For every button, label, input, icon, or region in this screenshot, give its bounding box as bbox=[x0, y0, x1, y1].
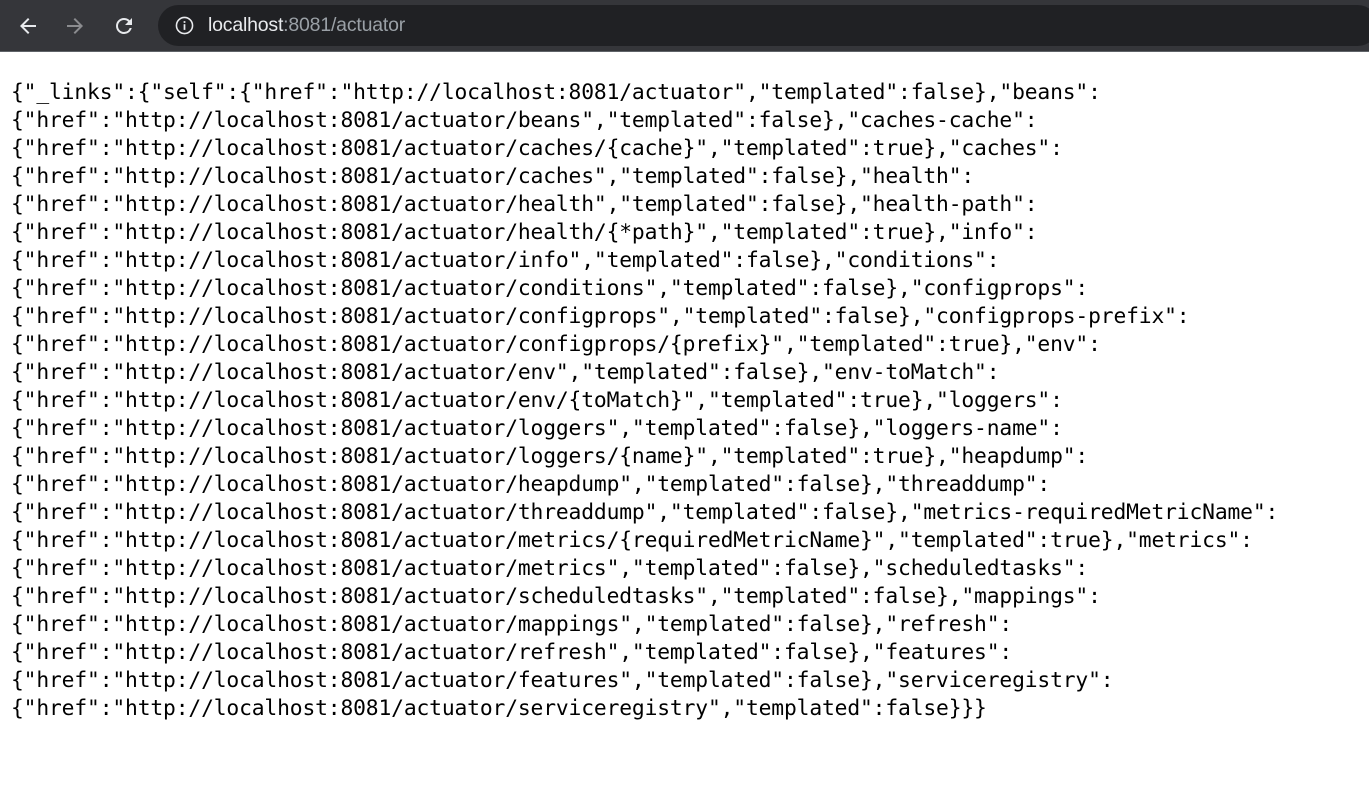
json-line: {"href":"http://localhost:8081/actuator/… bbox=[11, 556, 1089, 581]
json-line: {"href":"http://localhost:8081/actuator/… bbox=[11, 332, 1101, 357]
json-response-body: {"_links":{"self":{"href":"http://localh… bbox=[11, 79, 1369, 723]
json-line: {"href":"http://localhost:8081/actuator/… bbox=[11, 472, 1051, 497]
json-line: {"href":"http://localhost:8081/actuator/… bbox=[11, 248, 1000, 273]
json-line: {"href":"http://localhost:8081/actuator/… bbox=[11, 164, 975, 189]
browser-toolbar: localhost:8081/actuator bbox=[0, 0, 1369, 52]
arrow-right-icon bbox=[67, 18, 83, 34]
json-line: {"href":"http://localhost:8081/actuator/… bbox=[11, 500, 1279, 525]
json-line: {"href":"http://localhost:8081/actuator/… bbox=[11, 276, 1089, 301]
json-line: {"_links":{"self":{"href":"http://localh… bbox=[11, 80, 1101, 105]
url-path: :8081/actuator bbox=[283, 14, 406, 36]
json-line: {"href":"http://localhost:8081/actuator/… bbox=[11, 360, 1000, 385]
json-line: {"href":"http://localhost:8081/actuator/… bbox=[11, 220, 1038, 245]
json-line: {"href":"http://localhost:8081/actuator/… bbox=[11, 584, 1101, 609]
json-line: {"href":"http://localhost:8081/actuator/… bbox=[11, 416, 1063, 441]
reload-button[interactable] bbox=[106, 8, 142, 44]
url-text[interactable]: localhost:8081/actuator bbox=[208, 14, 405, 37]
json-line: {"href":"http://localhost:8081/actuator/… bbox=[11, 108, 1038, 133]
json-line: {"href":"http://localhost:8081/actuator/… bbox=[11, 640, 1013, 665]
json-line: {"href":"http://localhost:8081/actuator/… bbox=[11, 192, 1038, 217]
info-circle-icon[interactable] bbox=[173, 15, 195, 37]
forward-button[interactable] bbox=[57, 8, 93, 44]
reload-icon bbox=[116, 18, 132, 34]
url-host: localhost bbox=[208, 14, 284, 36]
json-line: {"href":"http://localhost:8081/actuator/… bbox=[11, 136, 1063, 161]
arrow-left-icon bbox=[20, 18, 36, 34]
json-line: {"href":"http://localhost:8081/actuator/… bbox=[11, 668, 1114, 693]
json-line: {"href":"http://localhost:8081/actuator/… bbox=[11, 444, 1089, 469]
json-line: {"href":"http://localhost:8081/actuator/… bbox=[11, 304, 1190, 329]
json-line: {"href":"http://localhost:8081/actuator/… bbox=[11, 388, 1063, 413]
json-line: {"href":"http://localhost:8081/actuator/… bbox=[11, 696, 987, 721]
json-line: {"href":"http://localhost:8081/actuator/… bbox=[11, 528, 1253, 553]
back-button[interactable] bbox=[10, 8, 46, 44]
address-bar[interactable]: localhost:8081/actuator bbox=[158, 5, 1369, 46]
json-line: {"href":"http://localhost:8081/actuator/… bbox=[11, 612, 1013, 637]
